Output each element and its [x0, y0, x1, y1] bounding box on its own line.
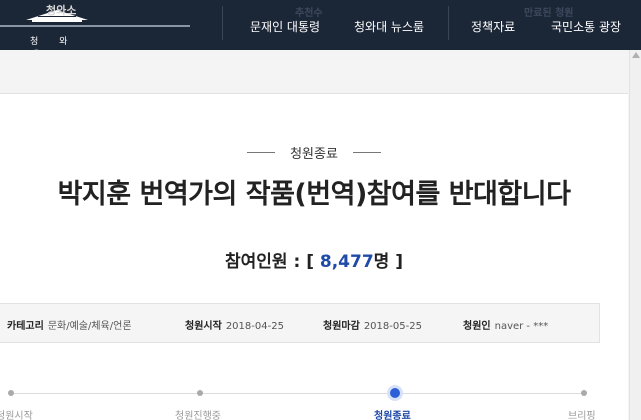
info-end-value: 2018-05-25 [363, 321, 422, 332]
status-dash-right [353, 152, 382, 153]
sub-bar [0, 50, 628, 94]
count-bracket-open: [ [306, 252, 314, 272]
petition-status: 청원종료 [0, 142, 628, 162]
info-category-value: 문화/예술/체육/언론 [47, 321, 132, 332]
petition-info-box: 카테고리 문화/예술/체육/언론 청원시작 2018-04-25 청원마감 2018-… [0, 303, 600, 343]
info-start-label: 청원시작 [185, 321, 222, 332]
cheongwadae-logo[interactable]: 청와소 청 와 대 [22, 4, 94, 60]
info-start: 청원시작 2018-04-25 [185, 317, 284, 332]
count-label: 참여인원 : [224, 252, 301, 272]
vertical-scrollbar[interactable] [629, 50, 641, 420]
progress-step-ongoing: 청원진행중 [175, 411, 221, 420]
progress-step-briefing: 브리핑 [568, 411, 596, 420]
nav-item-newsroom[interactable]: 청와대 뉴스룸 [354, 18, 424, 35]
header-ghost-text: 만료된 청원 [524, 8, 574, 19]
count-bracket-close: ] [395, 252, 404, 272]
info-category-label: 카테고리 [7, 321, 44, 332]
info-category: 카테고리 문화/예술/체육/언론 [7, 317, 132, 332]
progress-dot-start [8, 390, 14, 396]
status-label: 청원종료 [290, 147, 338, 162]
nav-item-communication[interactable]: 국민소통 광장 [551, 18, 621, 35]
progress-track [10, 393, 586, 394]
progress-step-ended: 청원종료 [374, 411, 411, 420]
status-dash-left [246, 152, 275, 153]
progress-dot-ongoing [197, 390, 203, 396]
header-divider [222, 6, 223, 40]
count-value: 8,477 [319, 252, 374, 272]
nav-item-policy[interactable]: 정책자료 [471, 18, 515, 35]
scroll-up-icon[interactable] [632, 52, 640, 58]
info-petitioner: 청원인 naver - *** [463, 317, 548, 332]
logo-mark-text: 청와소 [46, 4, 77, 17]
participant-count: 참여인원 : [ 8,477명 ] [0, 247, 628, 272]
progress-dot-briefing [581, 390, 587, 396]
top-navigation-bar: 청와소 청 와 대 추천수 만료된 청원 문재인 대통령 청와대 뉴스룸 정책자… [0, 0, 641, 60]
header-divider [448, 6, 449, 40]
nav-item-president[interactable]: 문재인 대통령 [250, 18, 320, 35]
info-start-value: 2018-04-25 [225, 321, 284, 332]
progress-dot-ended [390, 388, 400, 398]
petition-title: 박지훈 번역가의 작품(번역)참여를 반대합니다 [57, 179, 571, 210]
progress-step-start: 청원시작 [0, 411, 33, 420]
info-end: 청원마감 2018-05-25 [323, 317, 422, 332]
count-unit: 명 [373, 252, 390, 272]
header-underline [0, 25, 190, 27]
info-end-label: 청원마감 [323, 321, 360, 332]
header-ghost-text: 추천수 [295, 8, 323, 19]
info-petitioner-label: 청원인 [463, 321, 491, 332]
info-petitioner-value: naver - *** [494, 321, 549, 332]
